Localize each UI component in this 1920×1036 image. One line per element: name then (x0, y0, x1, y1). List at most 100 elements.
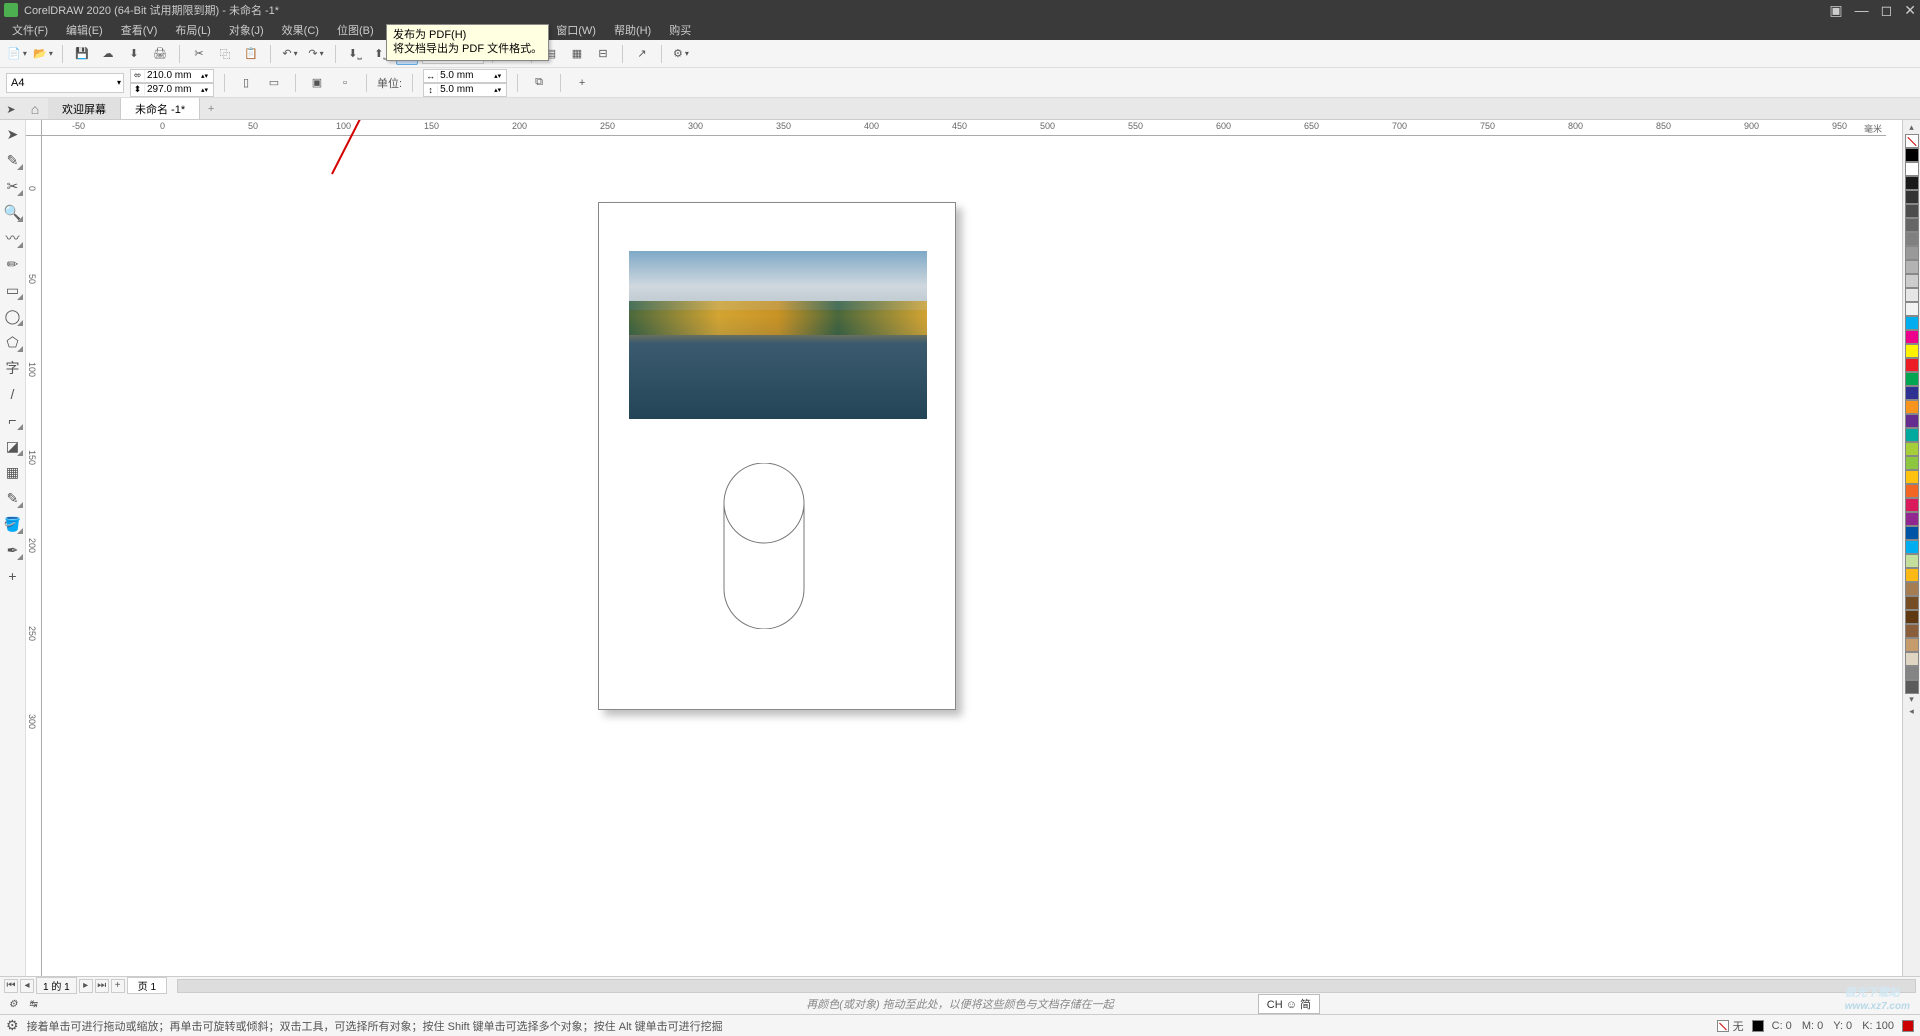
close-button[interactable]: ✕ (1904, 2, 1916, 19)
drop-shadow-tool[interactable]: ◪ (3, 436, 23, 456)
page-preset-combo[interactable]: A4 ▾ (6, 73, 124, 93)
eyedropper-tool[interactable]: ✎ (3, 488, 23, 508)
nav-prev-button[interactable]: ◂ (20, 979, 34, 993)
redo-button[interactable]: ↷▾ (305, 43, 327, 65)
color-swatch[interactable] (1905, 204, 1919, 218)
color-swatch[interactable] (1905, 218, 1919, 232)
portrait-button[interactable]: ▯ (235, 72, 257, 94)
menu-layout[interactable]: 布局(L) (167, 20, 218, 40)
text-tool[interactable]: 字 (3, 358, 23, 378)
hint-gear-icon[interactable]: ⚙ (6, 997, 20, 1011)
fill-tool[interactable]: 🪣 (3, 514, 23, 534)
color-swatch[interactable] (1905, 624, 1919, 638)
color-swatch[interactable] (1905, 568, 1919, 582)
menu-view[interactable]: 查看(V) (113, 20, 166, 40)
print-button[interactable]: 🖨 (149, 43, 171, 65)
duplicate-distance-button[interactable]: ⧉ (528, 72, 550, 94)
nudge-y-input[interactable] (438, 84, 494, 95)
spinner[interactable]: ▴▾ (201, 72, 211, 80)
color-swatch[interactable] (1905, 330, 1919, 344)
landscape-button[interactable]: ▭ (263, 72, 285, 94)
menu-effects[interactable]: 效果(C) (274, 20, 327, 40)
color-swatch[interactable] (1905, 652, 1919, 666)
nav-next-button[interactable]: ▸ (79, 979, 93, 993)
options-button[interactable]: ⚙▾ (670, 43, 692, 65)
import-button[interactable]: ⬇⎵ (344, 43, 366, 65)
status-end-swatch[interactable] (1902, 1020, 1914, 1032)
launch-button[interactable]: ↗ (631, 43, 653, 65)
nudge-x-input[interactable] (438, 70, 494, 81)
color-swatch[interactable] (1905, 302, 1919, 316)
color-swatch[interactable] (1905, 638, 1919, 652)
all-pages-button[interactable]: ▣ (306, 72, 328, 94)
add-tab-button[interactable]: + (200, 98, 222, 119)
color-swatch[interactable] (1905, 372, 1919, 386)
zoom-tool[interactable]: 🔍 (3, 202, 23, 222)
color-swatch[interactable] (1905, 358, 1919, 372)
ime-indicator[interactable]: CH ☺ 简 (1258, 994, 1320, 1014)
page-tab[interactable]: 页 1 (127, 977, 167, 994)
polygon-tool[interactable]: ⬠ (3, 332, 23, 352)
color-swatch[interactable] (1905, 274, 1919, 288)
tab-welcome[interactable]: 欢迎屏幕 (48, 98, 121, 119)
color-swatch[interactable] (1905, 344, 1919, 358)
minimize-button[interactable]: — (1855, 2, 1869, 18)
color-swatch[interactable] (1905, 484, 1919, 498)
hint-swap-icon[interactable]: ↹ (26, 997, 40, 1011)
color-swatch[interactable] (1905, 680, 1919, 694)
menu-window[interactable]: 窗口(W) (548, 20, 604, 40)
add-page-button[interactable]: + (111, 979, 125, 993)
page-width-field[interactable]: ⬄ ▴▾ (130, 69, 214, 83)
pick-cursor-icon[interactable]: ➤ (0, 98, 22, 120)
page-height-field[interactable]: ⬍ ▴▾ (130, 83, 214, 97)
cut-button[interactable]: ✂ (188, 43, 210, 65)
palette-flyout-arrow[interactable]: ◂ (1909, 706, 1914, 718)
color-swatch[interactable] (1905, 190, 1919, 204)
page-height-input[interactable] (145, 84, 201, 95)
maximize-button[interactable]: ◻ (1881, 2, 1893, 19)
home-button[interactable]: ⌂ (22, 98, 48, 119)
add-button[interactable]: + (571, 72, 593, 94)
nudge-y-field[interactable]: ↕ ▴▾ (423, 83, 507, 97)
pick-tool[interactable]: ➤ (3, 124, 23, 144)
guidelines-button[interactable]: ⊟ (592, 43, 614, 65)
color-swatch[interactable] (1905, 176, 1919, 190)
color-swatch[interactable] (1905, 232, 1919, 246)
current-page-button[interactable]: ▫ (334, 72, 356, 94)
spinner[interactable]: ▴▾ (494, 86, 504, 94)
color-swatch[interactable] (1905, 414, 1919, 428)
shape-tool[interactable]: ✎ (3, 150, 23, 170)
crop-tool[interactable]: ✂ (3, 176, 23, 196)
menu-object[interactable]: 对象(J) (221, 20, 272, 40)
color-swatch[interactable] (1905, 666, 1919, 680)
no-color-swatch[interactable] (1905, 134, 1919, 148)
color-swatch[interactable] (1905, 148, 1919, 162)
color-swatch[interactable] (1905, 442, 1919, 456)
color-swatch[interactable] (1905, 400, 1919, 414)
add-tool-button[interactable]: + (3, 566, 23, 586)
vertical-ruler[interactable]: 050100150200250300 (26, 136, 42, 976)
horizontal-ruler[interactable]: -500501001502002503003504004505005506006… (42, 120, 1886, 136)
connector-tool[interactable]: ⌐ (3, 410, 23, 430)
cloud-down-button[interactable]: ⬇ (123, 43, 145, 65)
page-width-input[interactable] (145, 70, 201, 81)
canvas-viewport[interactable] (42, 136, 1886, 976)
color-swatch[interactable] (1905, 428, 1919, 442)
nav-last-button[interactable]: ⏭ (95, 979, 109, 993)
nudge-x-field[interactable]: ↔ ▴▾ (423, 69, 507, 83)
color-swatch[interactable] (1905, 540, 1919, 554)
open-button[interactable]: 📂▾ (32, 43, 54, 65)
color-swatch[interactable] (1905, 596, 1919, 610)
menu-help[interactable]: 帮助(H) (606, 20, 659, 40)
spinner[interactable]: ▴▾ (201, 86, 211, 94)
spinner[interactable]: ▴▾ (494, 72, 504, 80)
menu-buy[interactable]: 购买 (661, 20, 699, 40)
parallel-dim-tool[interactable]: / (3, 384, 23, 404)
nav-first-button[interactable]: ⏮ (4, 979, 18, 993)
color-swatch[interactable] (1905, 470, 1919, 484)
menu-file[interactable]: 文件(F) (4, 20, 56, 40)
freehand-tool[interactable]: 〰 (3, 228, 23, 248)
tab-doc1[interactable]: 未命名 -1* (121, 98, 200, 119)
palette-down-arrow[interactable]: ▾ (1909, 694, 1914, 706)
outline-color-swatch[interactable] (1752, 1020, 1764, 1032)
